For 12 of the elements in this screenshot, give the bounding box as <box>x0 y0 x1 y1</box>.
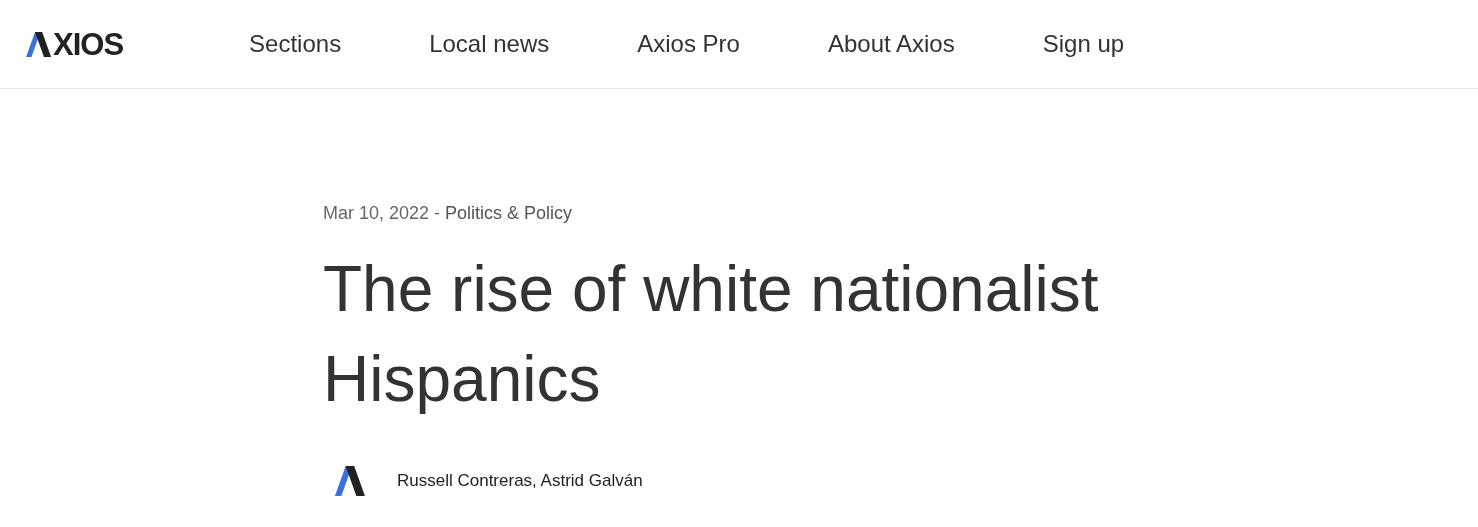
byline: Russell Contreras, Astrid Galván <box>397 471 643 491</box>
nav-link[interactable]: Sign up <box>1042 30 1125 58</box>
logo-text[interactable]: XIOS <box>53 28 124 60</box>
headline: The rise of white nationalist Hispanics <box>323 252 1100 417</box>
date: Mar 10, 2022 <box>323 203 430 224</box>
nav-link[interactable]: Local news <box>429 30 550 58</box>
nav-link[interactable]: About Axios <box>827 30 955 58</box>
separator: - <box>434 203 441 224</box>
nav-link[interactable]: Axios Pro <box>637 30 740 58</box>
logo-mark-icon <box>26 31 53 57</box>
category-link[interactable]: Politics & Policy <box>445 203 573 224</box>
nav-link[interactable]: Sections <box>249 30 342 58</box>
